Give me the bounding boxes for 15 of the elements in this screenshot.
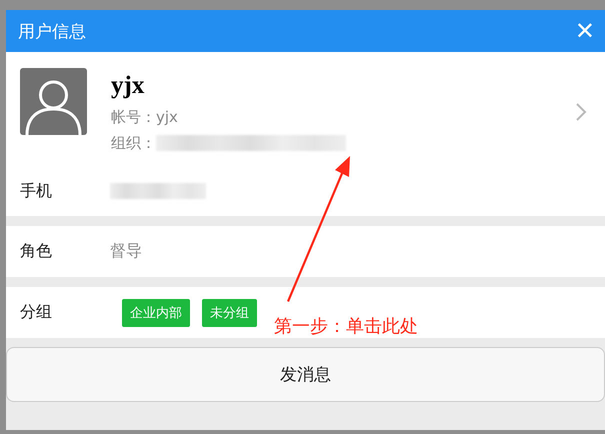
avatar-icon <box>20 68 87 135</box>
send-message-button[interactable]: 发消息 <box>6 347 605 402</box>
field-label: 组织： <box>111 134 156 152</box>
row-value: 督导 <box>110 241 142 262</box>
field-value: yjx <box>156 108 178 126</box>
field-label: 帐号： <box>111 108 156 126</box>
dialog-title: 用户信息 <box>18 20 86 42</box>
group-tag: 企业内部 <box>122 298 190 326</box>
chevron-right-icon[interactable] <box>575 102 587 122</box>
row-label: 分组 <box>20 302 53 323</box>
annotation-text: 第一步：单击此处 <box>274 315 418 338</box>
row-label: 角色 <box>20 241 53 262</box>
user-name: yjx <box>111 71 146 101</box>
row-label: 手机 <box>20 180 53 202</box>
group-tag: 未分组 <box>202 298 257 326</box>
